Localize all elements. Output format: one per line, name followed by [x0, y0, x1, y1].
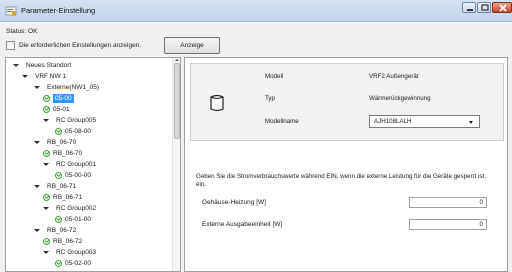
housing-heater-input[interactable]: 0: [409, 197, 487, 208]
model-name-value: AJH108LALH: [374, 118, 412, 125]
expand-arrow-icon[interactable]: [43, 207, 49, 210]
show-required-label: Die erforderlichen Einstellungen anzeige…: [19, 42, 142, 49]
tree-item[interactable]: VRF NW 1: [22, 72, 66, 81]
tree-scrollbar[interactable]: [172, 58, 180, 271]
tree-item[interactable]: Externe(NW1_05): [34, 83, 99, 92]
check-circle-icon: [43, 194, 50, 201]
external-output-input[interactable]: 0: [409, 219, 487, 230]
type-label: Typ: [265, 95, 275, 102]
tree-item-label: 05-01-00: [65, 216, 92, 223]
tree-item-label: 05-08-00: [65, 128, 92, 135]
expand-arrow-icon[interactable]: [43, 119, 49, 122]
expand-arrow-icon[interactable]: [43, 251, 49, 254]
show-button[interactable]: Anzeige: [164, 37, 220, 54]
check-circle-icon: [43, 238, 50, 245]
close-icon: [499, 4, 507, 12]
tree-item-label: Neues Standort: [26, 62, 72, 69]
device-info-group: Modell VRF2 Außengerät Typ Wärmerückgewi…: [190, 63, 504, 141]
close-button[interactable]: [492, 2, 512, 13]
status-text: Status: OK: [6, 28, 38, 35]
tree-item[interactable]: RB_06-70: [34, 138, 76, 147]
type-value: Wärmerückgewinnung: [369, 95, 431, 102]
minimize-icon: [467, 9, 473, 11]
tree-item-label: RB_06-70: [47, 139, 77, 146]
tree-item-label: RB_06-71: [53, 194, 83, 201]
tree-item-label: RC Group003: [56, 249, 97, 256]
maximize-icon: [481, 4, 489, 11]
device-tree[interactable]: Neues Standort VRF NW 1 Externe(NW1_05) 05-…: [5, 57, 181, 272]
expand-arrow-icon[interactable]: [43, 163, 49, 166]
settings-pane: Modell VRF2 Außengerät Typ Wärmerückgewi…: [184, 57, 508, 272]
tree-item-label: 05-02-00: [65, 260, 92, 267]
outdoor-unit-icon: [210, 94, 224, 112]
tree-item-label: 05-01: [53, 106, 70, 113]
model-value: VRF2 Außengerät: [369, 73, 419, 80]
check-circle-icon: [55, 128, 62, 135]
window-client: Status: OK Die erforderlichen Einstellun…: [0, 22, 512, 272]
tree-item[interactable]: Neues Standort: [13, 61, 71, 70]
show-required-option[interactable]: Die erforderlichen Einstellungen anzeige…: [6, 41, 141, 50]
chevron-down-icon: [469, 121, 473, 124]
check-circle-icon: [55, 216, 62, 223]
tree-item-label: 05-00: [53, 94, 74, 103]
tree-item[interactable]: RC Group003: [43, 248, 96, 257]
housing-heater-label: Gehäuse-Heizung [W]: [202, 199, 266, 206]
tree-item-label: RB_06-70: [53, 150, 83, 157]
expand-arrow-icon[interactable]: [34, 229, 40, 232]
tree-item[interactable]: RC Group002: [43, 204, 96, 213]
tree-item[interactable]: RB_06-72: [34, 226, 76, 235]
tree-item[interactable]: 05-01-00: [55, 215, 91, 224]
expand-arrow-icon[interactable]: [13, 64, 19, 67]
minimize-button[interactable]: [462, 2, 476, 13]
expand-arrow-icon[interactable]: [34, 141, 40, 144]
tree-item[interactable]: RB_06-70: [43, 149, 82, 158]
tree-item[interactable]: 05-00: [43, 94, 74, 103]
scroll-up-icon[interactable]: [175, 59, 179, 61]
model-label: Modell: [265, 73, 284, 80]
model-name-label: Modellname: [265, 118, 299, 125]
tree-item-label: VRF NW 1: [35, 73, 67, 80]
tree-item-label: Externe(NW1_05): [47, 84, 100, 91]
check-circle-icon: [43, 106, 50, 113]
tree-item[interactable]: RC Group001: [43, 160, 96, 169]
maximize-button[interactable]: [477, 2, 491, 13]
app-icon: [5, 6, 17, 16]
expand-arrow-icon[interactable]: [34, 86, 40, 89]
tree-item[interactable]: RB_06-71: [34, 182, 76, 191]
show-required-checkbox[interactable]: [6, 41, 15, 50]
tree-item-label: RC Group005: [56, 117, 97, 124]
expand-arrow-icon[interactable]: [22, 75, 28, 78]
title-bar: Parameter-Einstellung: [0, 0, 512, 22]
tree-item-label: RB_06-72: [53, 238, 83, 245]
check-circle-icon: [43, 95, 50, 102]
tree-item-label: 05-00-00: [65, 172, 92, 179]
tree-item-label: RB_06-71: [47, 183, 77, 190]
scrollbar-thumb[interactable]: [174, 63, 180, 139]
expand-arrow-icon[interactable]: [34, 185, 40, 188]
tree-item[interactable]: 05-01: [43, 105, 70, 114]
tree-item-label: RC Group001: [56, 161, 97, 168]
tree-item-label: RC Group002: [56, 205, 97, 212]
tree-item[interactable]: 05-08-00: [55, 127, 91, 136]
tree-item-label: RB_06-72: [47, 227, 77, 234]
tree-item[interactable]: 05-02-00: [55, 259, 91, 268]
tree-item[interactable]: RC Group005: [43, 116, 96, 125]
check-circle-icon: [55, 260, 62, 267]
tree-item[interactable]: RB_06-72: [43, 237, 82, 246]
check-circle-icon: [55, 172, 62, 179]
power-description: Geben Sie die Stromverbrauchswerte währe…: [196, 173, 486, 188]
tree-item[interactable]: 05-00-00: [55, 171, 91, 180]
external-output-label: Externe Ausgabeeinheit [W]: [202, 221, 283, 228]
tree-item[interactable]: RB_06-71: [43, 193, 82, 202]
check-circle-icon: [43, 150, 50, 157]
model-name-select[interactable]: AJH108LALH: [369, 115, 480, 128]
window-title: Parameter-Einstellung: [21, 6, 96, 15]
